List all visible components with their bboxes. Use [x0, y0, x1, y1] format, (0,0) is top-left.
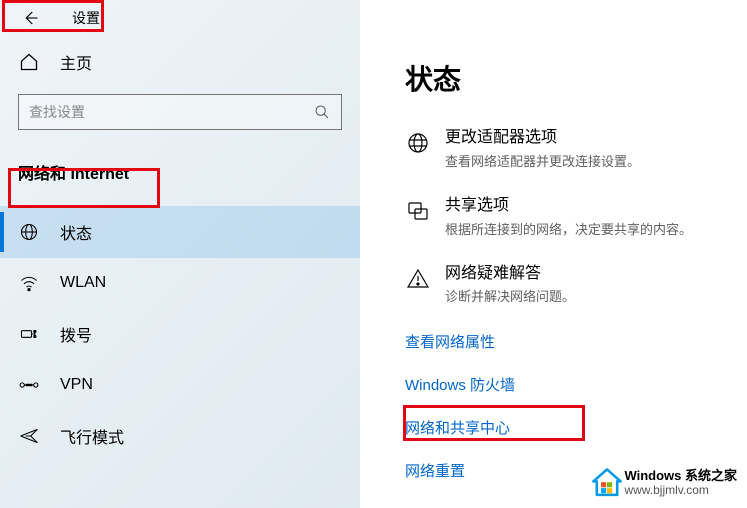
option-adapter[interactable]: 更改适配器选项 查看网络适配器并更改连接设置。: [405, 128, 747, 170]
nav-item-airplane[interactable]: 飞行模式: [0, 410, 360, 462]
section-title-prefix: 网络和: [18, 166, 66, 183]
vpn-icon: [18, 374, 40, 396]
link-firewall[interactable]: Windows 防火墙: [405, 374, 747, 395]
link-sharing-center[interactable]: 网络和共享中心: [405, 417, 747, 438]
home-label: 主页: [60, 50, 92, 74]
nav-item-vpn[interactable]: VPN: [0, 360, 360, 410]
option-subtitle: 查看网络适配器并更改连接设置。: [445, 151, 640, 170]
watermark-brand: Windows 系统之家: [624, 469, 737, 484]
window-title: 设置: [72, 8, 100, 28]
search-box[interactable]: [18, 94, 342, 130]
option-title: 网络疑难解答: [445, 264, 575, 285]
option-title: 共享选项: [445, 196, 692, 217]
nav-item-dialup[interactable]: 拨号: [0, 308, 360, 360]
back-arrow-icon: [21, 9, 39, 27]
search-container: [18, 94, 342, 130]
section-title-suffix: Internet: [66, 166, 129, 183]
link-list: 查看网络属性 Windows 防火墙 网络和共享中心 网络重置: [405, 331, 747, 481]
share-icon: [405, 198, 431, 224]
nav-list: 状态 WLAN 拨号: [0, 206, 360, 462]
watermark-url: www.bjjmlv.com: [624, 484, 737, 498]
header-bar: 设置: [0, 0, 360, 36]
option-troubleshoot[interactable]: 网络疑难解答 诊断并解决网络问题。: [405, 264, 747, 306]
wifi-icon: [18, 272, 40, 294]
option-title: 更改适配器选项: [445, 128, 640, 149]
settings-sidebar: 设置 主页 网络和 Internet: [0, 0, 360, 508]
home-nav-item[interactable]: 主页: [0, 36, 360, 86]
nav-label: 拨号: [60, 322, 92, 346]
house-logo-icon: [590, 466, 624, 500]
page-title: 状态: [405, 58, 747, 98]
option-sharing[interactable]: 共享选项 根据所连接到的网络，决定要共享的内容。: [405, 196, 747, 238]
nav-label: 飞行模式: [60, 424, 124, 448]
search-input[interactable]: [29, 104, 313, 120]
content-pane: 状态 更改适配器选项 查看网络适配器并更改连接设置。 共享选项 根据所连接到的网…: [405, 0, 747, 503]
nav-item-wlan[interactable]: WLAN: [0, 258, 360, 308]
dialup-icon: [18, 323, 40, 345]
link-network-props[interactable]: 查看网络属性: [405, 331, 747, 352]
back-button[interactable]: [16, 4, 44, 32]
option-subtitle: 根据所连接到的网络，决定要共享的内容。: [445, 219, 692, 238]
section-title: 网络和 Internet: [0, 150, 360, 194]
nav-item-status[interactable]: 状态: [0, 206, 360, 258]
option-subtitle: 诊断并解决网络问题。: [445, 286, 575, 305]
nav-label: 状态: [60, 220, 92, 244]
nav-label: WLAN: [60, 274, 106, 292]
globe-icon: [18, 221, 40, 243]
warning-icon: [405, 266, 431, 292]
search-icon: [313, 103, 331, 121]
watermark: Windows 系统之家 www.bjjmlv.com: [584, 462, 743, 504]
nav-label: VPN: [60, 376, 93, 394]
world-icon: [405, 130, 431, 156]
home-icon: [18, 51, 40, 73]
airplane-icon: [18, 425, 40, 447]
